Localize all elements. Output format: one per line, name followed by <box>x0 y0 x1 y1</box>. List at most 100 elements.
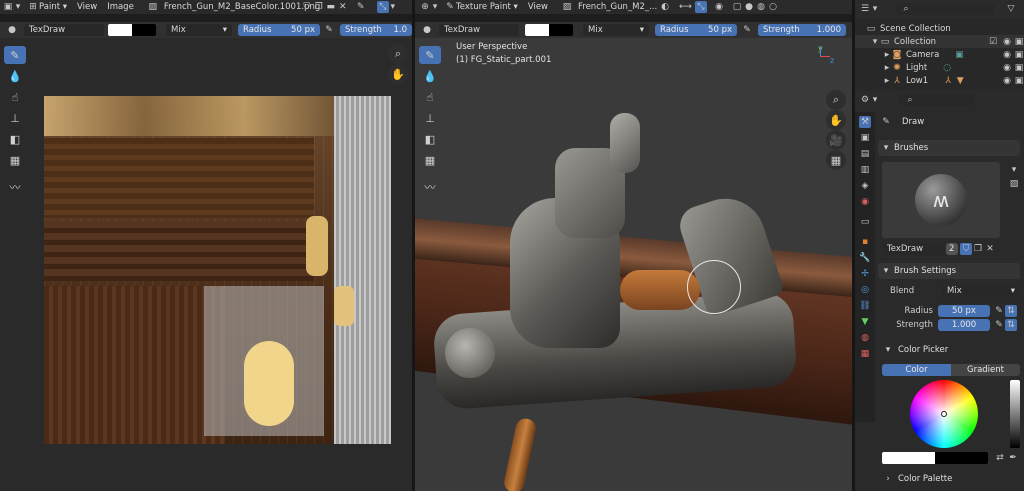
outliner-row[interactable]: ▸ ⅄ Low1 ⅄ ▼ ◉ ▣ <box>855 74 1024 87</box>
expand-icon[interactable]: ▸ <box>883 62 891 74</box>
strength-field[interactable]: 1.000 <box>938 318 990 331</box>
ortho-grid-icon[interactable]: ▦ <box>826 150 846 170</box>
color-picker-subpanel-header[interactable]: ▾ Color Picker <box>884 344 948 356</box>
blend-dropdown[interactable]: Mix ▾ <box>942 284 1020 297</box>
particles-tab-icon[interactable]: ✢ <box>859 268 871 280</box>
brush-name-field[interactable]: TexDraw <box>439 24 519 36</box>
collapse-icon[interactable]: ▾ <box>871 36 879 48</box>
brush-name-field[interactable]: TexDraw <box>24 24 104 36</box>
primary-color-swatch[interactable] <box>882 452 935 464</box>
menu-view[interactable]: View <box>523 2 553 12</box>
chevron-down-icon[interactable]: ▾ <box>389 1 397 13</box>
image-name-field[interactable]: French_Gun_M2_BaseColor.1001.png <box>158 1 320 13</box>
outliner-row[interactable]: ▸ ✺ Light ◌ ◉ ▣ <box>855 61 1024 74</box>
strength-slider[interactable]: Strength 1.0 <box>340 24 412 36</box>
editor-type-icon[interactable]: ⊕ <box>419 1 431 13</box>
soften-tool-icon[interactable]: 💧 <box>4 67 26 85</box>
primary-color-swatch[interactable] <box>108 24 132 36</box>
radius-field[interactable]: 50 px <box>938 304 990 317</box>
swap-colors-icon[interactable]: ⇄ <box>994 452 1006 464</box>
draw-tool-icon[interactable]: ✎ <box>4 46 26 64</box>
collection-tab-icon[interactable]: ▭ <box>859 216 871 228</box>
secondary-color-swatch[interactable] <box>935 452 988 464</box>
mask-tool-icon[interactable]: ▦ <box>419 151 441 169</box>
chevron-down-icon[interactable]: ▾ <box>1008 164 1020 176</box>
chevron-down-icon[interactable]: ▾ <box>14 1 22 13</box>
eyedropper-icon[interactable]: ✒ <box>1007 452 1019 464</box>
pressure-icon[interactable]: ✎ <box>323 24 335 36</box>
menu-view[interactable]: View <box>72 2 102 12</box>
properties-search-input[interactable]: ⌕ <box>899 94 975 106</box>
soften-tool-icon[interactable]: 💧 <box>419 67 441 85</box>
blend-dropdown[interactable]: Mix ▾ <box>583 24 649 36</box>
tool-tab-icon[interactable]: ⚒ <box>859 116 871 128</box>
chevron-down-icon[interactable]: ▾ <box>431 1 439 13</box>
annotate-tool-icon[interactable]: 〰 <box>419 178 441 196</box>
camera-view-icon[interactable]: 🎥 <box>826 130 846 150</box>
mode-dropdown[interactable]: ⊞ Paint ▾ <box>22 1 72 13</box>
uv-sync-icon[interactable]: ⤡ <box>376 1 389 13</box>
xray-icon[interactable]: ▢ <box>731 1 743 13</box>
close-icon[interactable]: ✕ <box>337 1 349 13</box>
smear-tool-icon[interactable]: ☝ <box>419 88 441 106</box>
expand-icon[interactable]: ▸ <box>883 49 891 61</box>
checkbox-icon[interactable]: ☑ <box>987 36 999 48</box>
pan-hand-icon[interactable]: ✋ <box>388 64 408 84</box>
outliner-type-icon[interactable]: ☰ <box>859 3 871 15</box>
zoom-icon[interactable]: ⌕ <box>826 90 846 110</box>
close-icon[interactable]: ✕ <box>984 243 996 255</box>
duplicate-icon[interactable]: ❐ <box>972 243 984 255</box>
solid-shading-icon[interactable]: ● <box>743 1 755 13</box>
clone-tool-icon[interactable]: ⊥ <box>419 109 441 127</box>
tab-color[interactable]: Color <box>882 364 951 376</box>
brush-image-icon[interactable]: ▨ <box>1008 178 1020 190</box>
strength-pressure-icon[interactable]: ⇅ <box>1005 318 1017 331</box>
chevron-down-icon[interactable]: ▾ <box>871 3 879 15</box>
filter-icon[interactable]: ▽ <box>1005 3 1017 15</box>
tab-gradient[interactable]: Gradient <box>951 364 1020 376</box>
render-tab-icon[interactable]: ▣ <box>859 132 871 144</box>
outliner-row[interactable]: ▭ Scene Collection <box>855 22 1024 35</box>
pin-icon[interactable]: ✎ <box>355 1 367 13</box>
expand-icon[interactable]: ▸ <box>883 75 891 87</box>
eye-icon[interactable]: ◉ <box>1001 75 1013 87</box>
smear-tool-icon[interactable]: ☝ <box>4 88 26 106</box>
shading-sphere-icon[interactable]: ◐ <box>659 1 671 13</box>
texture-tab-icon[interactable]: ▦ <box>859 348 871 360</box>
value-slider[interactable] <box>1010 380 1020 448</box>
outliner-search-input[interactable]: ⌕ <box>895 3 995 15</box>
radius-slider[interactable]: Radius 50 px <box>238 24 320 36</box>
menu-image[interactable]: Image <box>102 2 139 12</box>
color-wheel-cursor[interactable] <box>941 411 947 417</box>
folder-icon[interactable]: ▬ <box>325 1 337 13</box>
fill-tool-icon[interactable]: ◧ <box>4 130 26 148</box>
draw-tool-icon[interactable]: ✎ <box>419 46 441 64</box>
radius-slider[interactable]: Radius 50 px <box>655 24 737 36</box>
eye-icon[interactable]: ◉ <box>1001 62 1013 74</box>
fake-user-shield-icon[interactable]: ⛉ <box>960 242 972 255</box>
outliner-row[interactable]: ▾ ▭ Collection ☑ ◉ ▣ <box>855 35 1024 48</box>
secondary-color-swatch[interactable] <box>132 24 156 36</box>
pressure-icon[interactable]: ✎ <box>993 305 1005 317</box>
outliner-row[interactable]: ▸ ◙ Camera ▣ ◉ ▣ <box>855 48 1024 61</box>
material-tab-icon[interactable]: ◍ <box>859 332 871 344</box>
symmetry-icon[interactable]: ⟷ <box>679 1 692 13</box>
rendered-shading-icon[interactable]: ○ <box>767 1 779 13</box>
blend-dropdown[interactable]: Mix ▾ <box>166 24 232 36</box>
strength-slider[interactable]: Strength 1.000 <box>758 24 846 36</box>
image-browse-icon[interactable]: ▨ <box>561 1 573 13</box>
eye-icon[interactable]: ◉ <box>1001 36 1013 48</box>
duplicate-icon[interactable]: ❐ <box>313 1 325 13</box>
overlay-icon[interactable]: ◉ <box>713 1 725 13</box>
modifier-tab-icon[interactable]: 🔧 <box>859 252 871 264</box>
radius-unit-icon[interactable]: ⇅ <box>1005 304 1017 317</box>
pan-hand-icon[interactable]: ✋ <box>826 110 846 130</box>
fill-tool-icon[interactable]: ◧ <box>419 130 441 148</box>
zoom-icon[interactable]: ⌕ <box>388 44 408 64</box>
camera-icon[interactable]: ▣ <box>1013 62 1024 74</box>
constraints-tab-icon[interactable]: ⛓ <box>859 300 871 312</box>
eye-icon[interactable]: ◉ <box>1001 49 1013 61</box>
fake-user-icon[interactable]: ⛉ <box>301 1 313 13</box>
editor-type-icon[interactable]: ▣ <box>2 1 14 13</box>
pressure-icon[interactable]: ✎ <box>741 24 753 36</box>
